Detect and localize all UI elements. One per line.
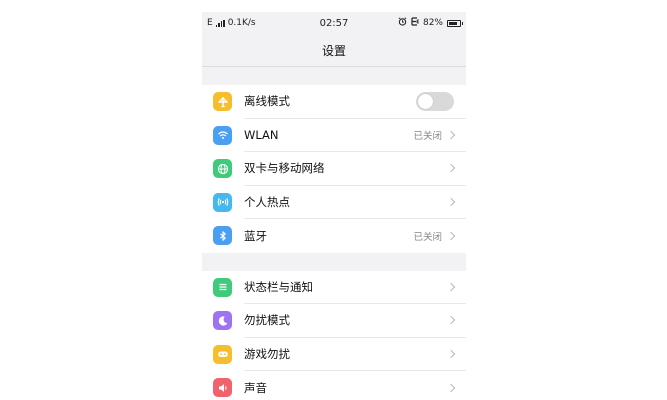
row-label: 个人热点 — [244, 194, 290, 209]
signal-icon — [215, 19, 225, 27]
data-signal-icon — [411, 17, 419, 29]
airplane-icon — [213, 92, 232, 112]
chevron-right-icon — [446, 383, 456, 392]
chevron-right-icon — [446, 316, 456, 325]
page-title: 设置 — [202, 34, 466, 67]
chevron-right-icon — [446, 231, 456, 240]
settings-row-moon[interactable]: 勿扰模式 — [202, 304, 466, 338]
settings-row-speaker[interactable]: 声音 — [202, 371, 466, 400]
row-label: 勿扰模式 — [244, 313, 290, 328]
network-type: E — [207, 18, 213, 28]
row-label: 蓝牙 — [244, 228, 267, 243]
row-content: 声音 — [244, 371, 466, 400]
settings-row-wifi[interactable]: WLAN 已关闭 — [202, 119, 466, 152]
row-content: WLAN 已关闭 — [244, 119, 466, 152]
menu-icon — [213, 277, 232, 297]
chevron-right-icon — [446, 349, 456, 358]
globe-icon — [213, 159, 232, 179]
row-content: 离线模式 — [244, 85, 466, 119]
alarm-icon — [398, 17, 407, 29]
offline-mode-toggle[interactable] — [416, 91, 454, 111]
row-content: 双卡与移动网络 — [244, 152, 466, 186]
settings-row-bluetooth[interactable]: 蓝牙 已关闭 — [202, 219, 466, 253]
settings-row-airplane[interactable]: 离线模式 — [202, 85, 466, 119]
chevron-right-icon — [446, 282, 456, 291]
row-label: WLAN — [244, 127, 279, 142]
row-content: 游戏勿扰 — [244, 338, 466, 371]
bluetooth-icon — [213, 226, 232, 246]
row-content: 蓝牙 已关闭 — [244, 219, 466, 253]
gamepad-icon — [213, 344, 232, 364]
settings-row-hotspot[interactable]: 个人热点 — [202, 186, 466, 219]
settings-row-globe[interactable]: 双卡与移动网络 — [202, 152, 466, 186]
chevron-right-icon — [446, 164, 456, 173]
status-bar: E 0.1K/s 02:57 82% — [202, 12, 466, 34]
toggle-knob — [418, 93, 433, 109]
settings-row-menu[interactable]: 状态栏与通知 — [202, 271, 466, 304]
moon-icon — [213, 311, 232, 331]
settings-row-gamepad[interactable]: 游戏勿扰 — [202, 338, 466, 371]
row-label: 双卡与移动网络 — [244, 161, 325, 176]
row-label: 离线模式 — [244, 94, 290, 109]
row-label: 声音 — [244, 380, 267, 395]
row-content: 状态栏与通知 — [244, 271, 466, 304]
chevron-right-icon — [446, 197, 456, 206]
row-value: 已关闭 — [413, 130, 442, 142]
row-label: 游戏勿扰 — [244, 346, 290, 361]
network-speed: 0.1K/s — [227, 18, 256, 28]
settings-group-notifications: 状态栏与通知 勿扰模式游戏勿扰声音 — [202, 270, 466, 400]
settings-group-connectivity: 离线模式 WLAN 已关闭 双卡与移动网络 个人热点 蓝牙 已关闭 — [202, 85, 466, 253]
chevron-right-icon — [446, 130, 456, 139]
hotspot-icon — [213, 192, 232, 212]
row-value: 已关闭 — [413, 231, 442, 243]
battery-icon — [447, 19, 463, 27]
row-label: 状态栏与通知 — [244, 279, 313, 294]
row-content: 勿扰模式 — [244, 304, 466, 338]
battery-percent: 82% — [422, 18, 443, 28]
row-content: 个人热点 — [244, 186, 466, 219]
speaker-icon — [213, 378, 232, 398]
wifi-icon — [213, 125, 232, 145]
phone-screen: E 0.1K/s 02:57 82% 设置 离线模式 WLAN 已关闭 双卡与移动网络… — [202, 12, 466, 400]
